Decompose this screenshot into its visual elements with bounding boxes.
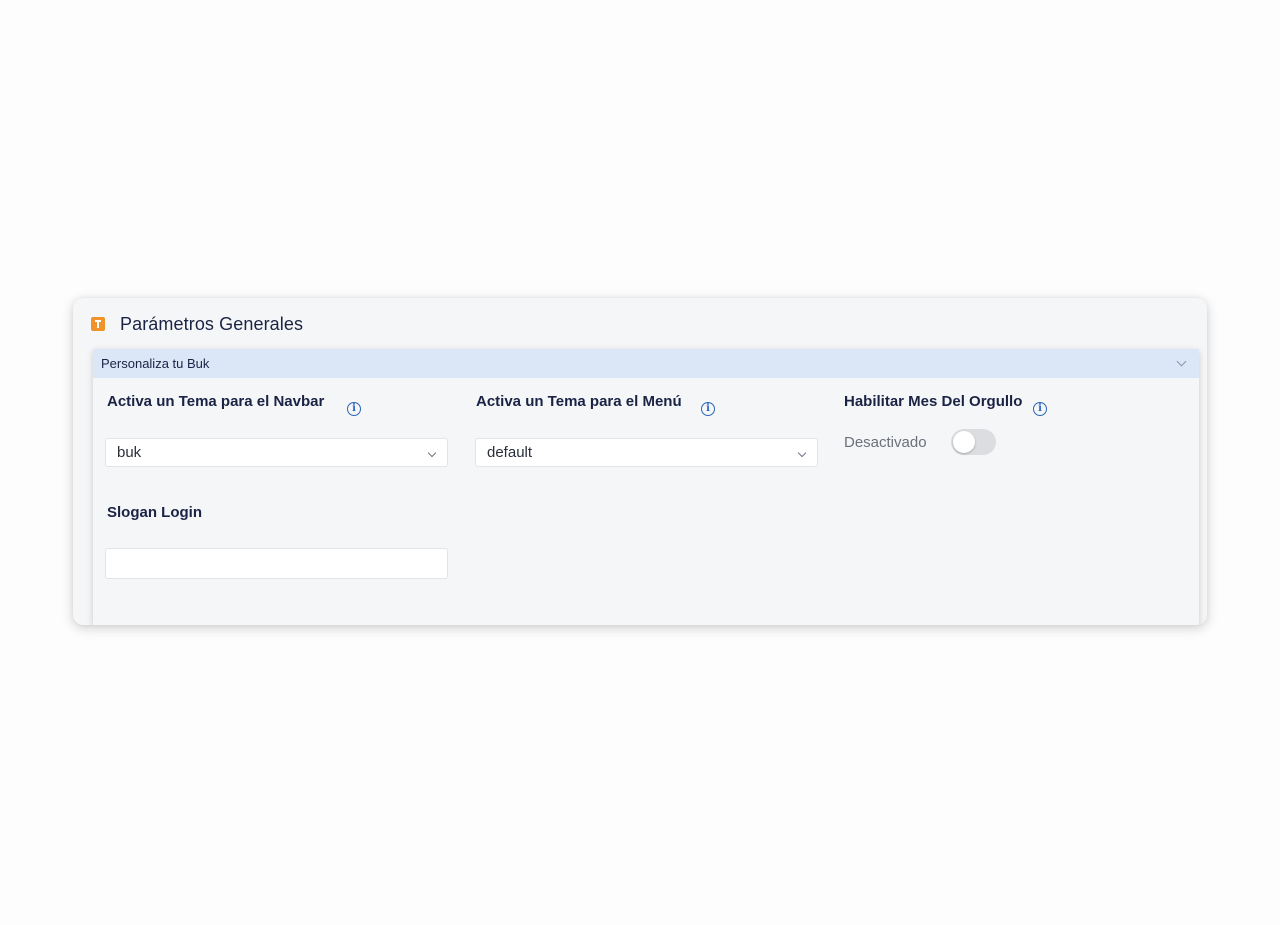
pride-month-toggle[interactable]: [951, 429, 996, 455]
menu-theme-label: Activa un Tema para el Menú: [476, 393, 682, 410]
personaliza-section: Personaliza tu Buk Activa un Tema para e…: [93, 349, 1199, 625]
menu-theme-value: default: [487, 444, 533, 461]
menu-theme-info-icon[interactable]: i: [701, 402, 715, 416]
chevron-down-icon: [797, 448, 807, 458]
navbar-theme-select[interactable]: buk: [105, 438, 448, 467]
card-header: Parámetros Generales: [91, 312, 303, 336]
chevron-down-icon: [427, 448, 437, 458]
navbar-theme-value: buk: [117, 444, 142, 461]
pride-month-status: Desactivado: [844, 434, 927, 451]
navbar-theme-label: Activa un Tema para el Navbar: [107, 393, 325, 410]
navbar-theme-info-icon[interactable]: i: [347, 402, 361, 416]
card-title: Parámetros Generales: [120, 313, 304, 334]
section-label: Personaliza tu Buk: [101, 356, 210, 371]
slogan-login-input[interactable]: [105, 548, 448, 579]
pride-month-info-icon[interactable]: i: [1033, 402, 1047, 416]
info-badge-icon: [91, 317, 105, 331]
section-toggle-bar[interactable]: Personaliza tu Buk: [93, 349, 1199, 378]
general-parameters-card: Parámetros Generales Personaliza tu Buk …: [73, 298, 1207, 625]
slogan-login-label: Slogan Login: [107, 504, 202, 521]
menu-theme-select[interactable]: default: [475, 438, 818, 467]
toggle-knob: [953, 431, 975, 453]
pride-month-label: Habilitar Mes Del Orgullo: [844, 393, 1023, 410]
chevron-down-icon[interactable]: [1176, 356, 1187, 367]
